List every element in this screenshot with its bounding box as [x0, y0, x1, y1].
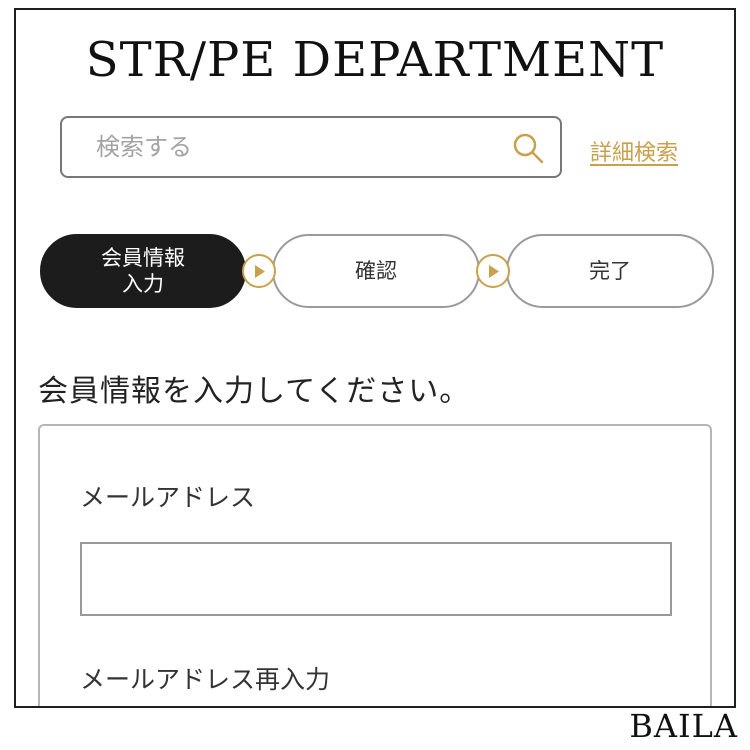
- email-confirm-label: メールアドレス再入力: [80, 665, 331, 694]
- play-arrow-icon: [242, 254, 276, 288]
- site-logo[interactable]: STR/PE DEPARTMENT: [16, 36, 734, 84]
- email-field[interactable]: [80, 542, 672, 616]
- screenshot-frame: STR/PE DEPARTMENT 詳細検索 会員情報 入力 確認 完了 会員情…: [14, 8, 736, 708]
- email-label: メールアドレス: [80, 483, 256, 512]
- step-label: 確認: [355, 258, 397, 283]
- play-arrow-icon: [476, 254, 510, 288]
- step-label: 会員情報 入力: [101, 245, 185, 296]
- step-confirm: 確認: [272, 234, 480, 308]
- member-info-form: メールアドレス メールアドレス再入力: [38, 424, 712, 706]
- search-input[interactable]: [76, 118, 496, 176]
- search-box: [60, 116, 562, 178]
- step-complete: 完了: [506, 234, 714, 308]
- baila-watermark: BAILA: [629, 707, 738, 745]
- step-label: 完了: [589, 258, 631, 283]
- step-member-info: 会員情報 入力: [40, 234, 246, 308]
- progress-steps: 会員情報 入力 確認 完了: [40, 234, 720, 310]
- page-title: 会員情報を入力してください。: [38, 374, 471, 409]
- advanced-search-link[interactable]: 詳細検索: [590, 135, 678, 167]
- search-icon[interactable]: [510, 130, 546, 166]
